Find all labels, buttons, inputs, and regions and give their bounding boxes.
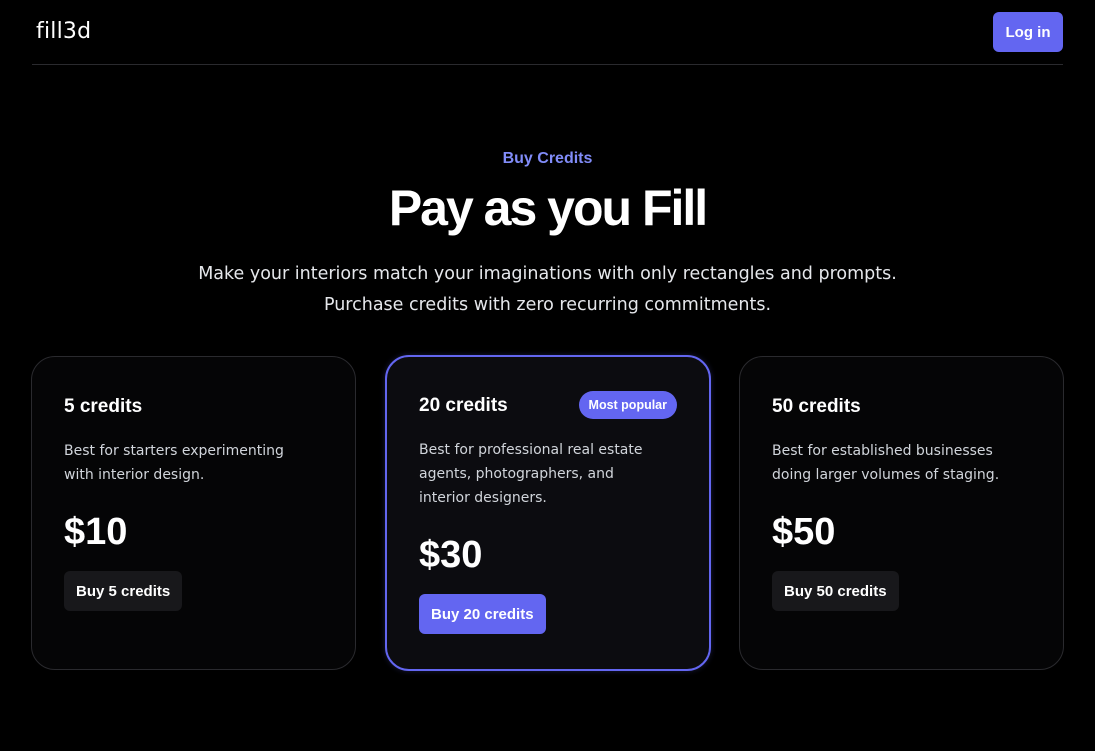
- buy-50-credits-button[interactable]: Buy 50 credits: [772, 571, 899, 611]
- plan-price: $10: [64, 511, 128, 553]
- plan-description: Best for professional real estate agents…: [419, 442, 643, 506]
- subtitle-line-1: Make your interiors match your imaginati…: [198, 264, 897, 284]
- login-button[interactable]: Log in: [993, 12, 1063, 52]
- plan-price: $30: [419, 534, 483, 576]
- plan-description: Best for starters experimenting with int…: [64, 443, 284, 483]
- plan-name: 5 credits: [64, 396, 143, 417]
- most-popular-badge: Most popular: [578, 391, 677, 419]
- page-title: Pay as you Fill: [388, 180, 708, 236]
- page-subtitle: Make your interiors match your imaginati…: [0, 259, 1095, 321]
- pricing-card-5-credits: 5 credits Best for starters experimentin…: [31, 356, 356, 670]
- subtitle-line-2: Purchase credits with zero recurring com…: [323, 295, 772, 315]
- section-eyebrow: Buy Credits: [502, 150, 593, 167]
- hero-section: Buy Credits Pay as you Fill Make your in…: [0, 145, 1095, 321]
- fill3d-logo[interactable]: fill3d: [36, 19, 91, 44]
- buy-20-credits-button[interactable]: Buy 20 credits: [419, 594, 546, 634]
- plan-price: $50: [772, 511, 836, 553]
- buy-5-credits-button[interactable]: Buy 5 credits: [64, 571, 183, 611]
- top-nav: fill3d Log in: [32, 0, 1063, 65]
- plan-name: 50 credits: [772, 396, 861, 417]
- pricing-card-20-credits: 20 credits Most popular Best for profess…: [385, 355, 711, 671]
- plan-description: Best for established businesses doing la…: [772, 443, 1000, 483]
- pricing-card-50-credits: 50 credits Best for established business…: [739, 356, 1064, 670]
